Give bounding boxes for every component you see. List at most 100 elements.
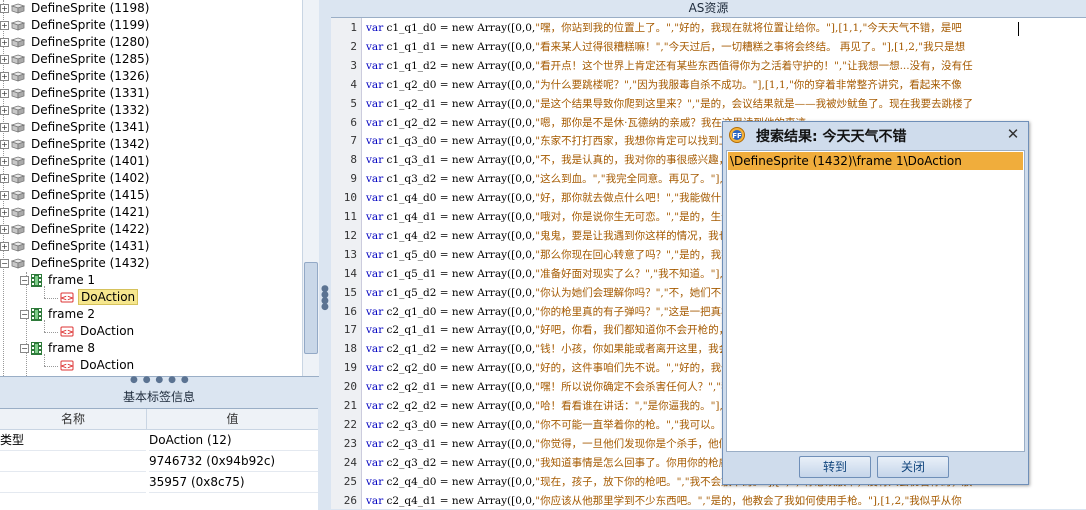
tree-item-doaction[interactable]: <> DoAction bbox=[60, 357, 136, 374]
tag-info-name: 偏移 bbox=[0, 451, 146, 472]
line-number: 4 bbox=[350, 77, 357, 91]
code-text: c1_q1_d0 = new Array([0,0, bbox=[383, 22, 536, 34]
tree-scrollbar-thumb[interactable] bbox=[304, 262, 318, 354]
resource-tree[interactable]: + DefineSprite (1198) + DefineSprite (1199)… bbox=[0, 0, 319, 377]
expand-icon[interactable]: + bbox=[0, 174, 9, 183]
sprite-cube-icon bbox=[11, 20, 25, 31]
expand-icon[interactable]: + bbox=[0, 242, 9, 251]
column-header-value[interactable]: 值 bbox=[147, 409, 318, 430]
tree-item-sprite[interactable]: + DefineSprite (1198) bbox=[0, 0, 151, 17]
code-keyword: var bbox=[366, 211, 384, 223]
tag-info-table: 名称 值 标签类型DoAction (12)偏移9746732 (0x94b92… bbox=[0, 408, 318, 510]
tree-item-sprite[interactable]: + DefineSprite (1341) bbox=[0, 119, 151, 136]
expand-icon[interactable]: + bbox=[0, 4, 9, 13]
tree-item-sprite[interactable]: + DefineSprite (1421) bbox=[0, 204, 151, 221]
tree-item-sprite[interactable]: + DefineSprite (1199) bbox=[0, 17, 151, 34]
goto-button[interactable]: 转到 bbox=[799, 456, 871, 478]
code-keyword: var bbox=[366, 97, 384, 110]
line-number: 16 bbox=[343, 304, 357, 318]
line-number: 9 bbox=[350, 172, 357, 186]
code-keyword: var bbox=[366, 286, 384, 299]
expand-icon[interactable]: + bbox=[0, 38, 9, 47]
code-line[interactable]: var c2_q4_d1 = new Array([0,0,"你应该从他那里学到… bbox=[366, 492, 962, 510]
collapse-icon[interactable]: − bbox=[20, 344, 29, 353]
tree-item-frame[interactable]: − frame 8 bbox=[20, 340, 97, 357]
collapse-icon[interactable]: − bbox=[20, 276, 29, 285]
tree-item-frame[interactable]: − frame 2 bbox=[20, 306, 97, 323]
expand-icon[interactable]: + bbox=[0, 21, 9, 30]
expand-icon[interactable]: + bbox=[0, 123, 9, 132]
expand-icon[interactable]: + bbox=[0, 72, 9, 81]
code-text: c1_q5_d1 = new Array([0,0, bbox=[383, 267, 536, 280]
dialog-title: 搜索结果: 今天天气不错 bbox=[756, 129, 907, 145]
expand-icon[interactable]: + bbox=[0, 191, 9, 200]
tree-item-sprite[interactable]: + DefineSprite (1326) bbox=[0, 68, 151, 85]
line-number: 13 bbox=[343, 247, 357, 261]
code-keyword: var bbox=[366, 40, 384, 53]
expand-icon[interactable]: + bbox=[0, 157, 9, 166]
tree-item-sprite[interactable]: + DefineSprite (1401) bbox=[0, 153, 151, 170]
code-keyword: var bbox=[366, 324, 384, 337]
text-caret bbox=[1018, 22, 1019, 36]
expand-icon[interactable]: + bbox=[0, 208, 9, 217]
code-line[interactable]: var c1_q2_d1 = new Array([0,0,"是这个结果导致你爬… bbox=[366, 95, 973, 113]
code-text: c1_q2_d0 = new Array([0,0, bbox=[383, 78, 536, 91]
close-button[interactable]: 关闭 bbox=[877, 456, 949, 478]
search-results-list[interactable]: \DefineSprite (1432)\frame 1\DoAction bbox=[726, 150, 1025, 452]
tree-item-label: DefineSprite (1415) bbox=[31, 188, 150, 202]
code-string: "嘿，你站到我的位置上了。","好的，我现在就将位置让给你。"],[1,1,"今… bbox=[535, 22, 962, 34]
dialog-title-bar[interactable]: FF 搜索结果: 今天天气不错 ✕ bbox=[723, 122, 1028, 148]
tree-item-sprite[interactable]: + DefineSprite (1285) bbox=[0, 51, 151, 68]
tree-item-doaction[interactable]: <> DoAction bbox=[60, 289, 139, 306]
horizontal-splitter[interactable]: ● ● ● ● ● bbox=[0, 375, 318, 387]
code-keyword: var bbox=[366, 229, 384, 242]
code-line[interactable]: var c1_q1_d2 = new Array([0,0,"看开点！这个世界上… bbox=[366, 57, 973, 75]
expand-icon[interactable]: + bbox=[0, 55, 9, 64]
tree-item-sprite[interactable]: + DefineSprite (1402) bbox=[0, 170, 151, 187]
line-number: 8 bbox=[350, 153, 357, 167]
code-keyword: var bbox=[366, 475, 384, 488]
tree-item-label: frame 1 bbox=[48, 273, 96, 287]
tree-item-sprite[interactable]: + DefineSprite (1280) bbox=[0, 34, 151, 51]
line-number: 18 bbox=[343, 342, 357, 356]
tag-info-name: 标签类型 bbox=[0, 430, 146, 451]
tree-item-label: DoAction bbox=[80, 358, 135, 372]
expand-icon[interactable]: + bbox=[0, 225, 9, 234]
tree-item-frame[interactable]: − frame 1 bbox=[20, 272, 97, 289]
tree-item-sprite[interactable]: + DefineSprite (1422) bbox=[0, 221, 151, 238]
frame-film-icon bbox=[31, 274, 42, 287]
code-line[interactable]: var c1_q1_d0 = new Array([0,0,"嘿，你站到我的位置… bbox=[366, 19, 962, 37]
expand-icon[interactable]: + bbox=[0, 89, 9, 98]
code-text: c2_q4_d1 = new Array([0,0, bbox=[383, 494, 536, 507]
tree-item-label: DefineSprite (1198) bbox=[31, 1, 150, 15]
code-text: c2_q3_d2 = new Array([0,0, bbox=[383, 456, 536, 469]
ffdec-logo-icon: FF bbox=[729, 127, 745, 143]
tag-info-value: DoAction (12) bbox=[149, 430, 318, 451]
tree-item-sprite[interactable]: + DefineSprite (1415) bbox=[0, 187, 151, 204]
tree-item-sprite[interactable]: + DefineSprite (1332) bbox=[0, 102, 151, 119]
expand-icon[interactable]: + bbox=[0, 106, 9, 115]
tree-item-sprite[interactable]: + DefineSprite (1342) bbox=[0, 136, 151, 153]
line-number: 7 bbox=[350, 134, 357, 148]
collapse-icon[interactable]: − bbox=[0, 259, 9, 268]
close-icon[interactable]: ✕ bbox=[1005, 126, 1021, 142]
tree-item-label: frame 8 bbox=[48, 341, 96, 355]
expand-icon[interactable]: + bbox=[0, 140, 9, 149]
column-header-name[interactable]: 名称 bbox=[0, 409, 147, 430]
vertical-splitter[interactable]: ● ● ● ● bbox=[319, 0, 330, 509]
code-line[interactable]: var c1_q1_d1 = new Array([0,0,"看来某人过得很糟糕… bbox=[366, 38, 965, 56]
tree-item-doaction[interactable]: <> DoAction bbox=[60, 323, 136, 340]
tree-item-sprite[interactable]: − DefineSprite (1432) bbox=[0, 255, 151, 272]
code-keyword: var bbox=[366, 192, 384, 205]
code-line[interactable]: var c1_q2_d0 = new Array([0,0,"为什么要跳楼呢？"… bbox=[366, 76, 962, 94]
action-script-icon: <> bbox=[60, 292, 74, 303]
sprite-cube-icon bbox=[11, 173, 25, 184]
search-result-item[interactable]: \DefineSprite (1432)\frame 1\DoAction bbox=[728, 152, 1023, 170]
tree-item-sprite[interactable]: + DefineSprite (1431) bbox=[0, 238, 151, 255]
tree-item-label: DefineSprite (1401) bbox=[31, 154, 150, 168]
code-keyword: var bbox=[366, 400, 384, 412]
tree-item-sprite[interactable]: + DefineSprite (1331) bbox=[0, 85, 151, 102]
code-keyword: var bbox=[366, 267, 384, 280]
collapse-icon[interactable]: − bbox=[20, 310, 29, 319]
tree-item-label: DoAction bbox=[80, 324, 135, 338]
